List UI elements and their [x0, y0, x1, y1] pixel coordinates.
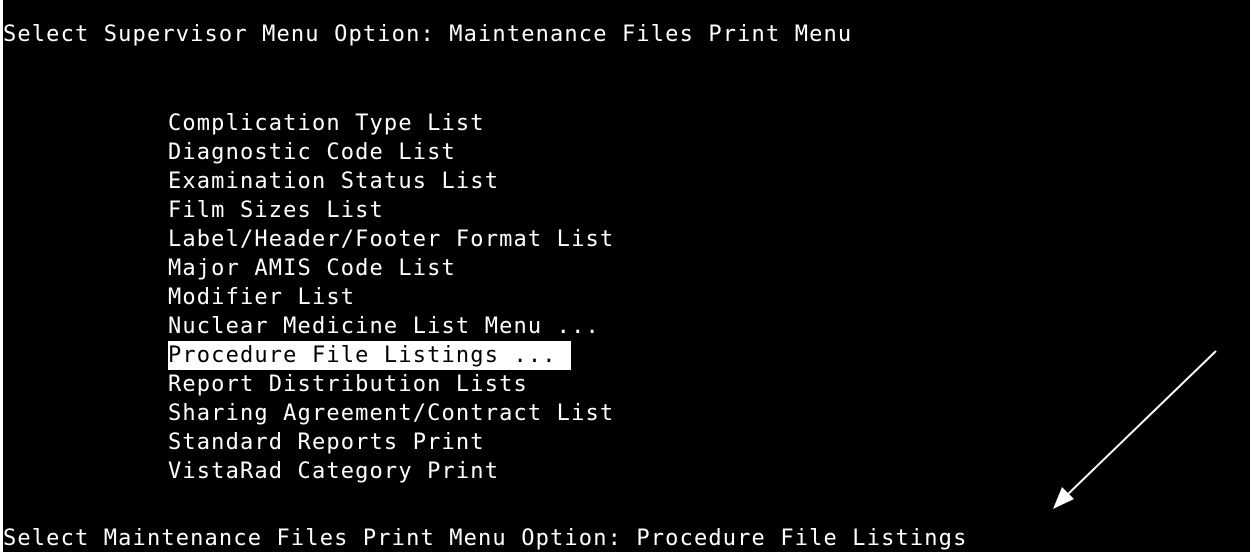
maintenance-menu-option-prompt[interactable]: Select Maintenance Files Print Menu Opti… [3, 524, 967, 552]
menu-item-nuclear-medicine-list-menu[interactable]: Nuclear Medicine List Menu ... [168, 312, 600, 341]
terminal-window[interactable]: Select Supervisor Menu Option: Maintenan… [1, 0, 1250, 552]
menu-item-label-header-footer-format-list[interactable]: Label/Header/Footer Format List [168, 225, 614, 254]
menu-item-diagnostic-code-list[interactable]: Diagnostic Code List [168, 138, 456, 167]
menu-item-sharing-agreement-contract-list[interactable]: Sharing Agreement/Contract List [168, 399, 614, 428]
menu-item-examination-status-list[interactable]: Examination Status List [168, 167, 499, 196]
supervisor-menu-prompt: Select Supervisor Menu Option: Maintenan… [3, 22, 853, 47]
menu-item-report-distribution-lists[interactable]: Report Distribution Lists [168, 370, 528, 399]
menu-item-complication-type-list[interactable]: Complication Type List [168, 109, 485, 138]
menu-item-procedure-file-listings[interactable]: Procedure File Listings ... [168, 341, 572, 370]
menu-item-major-amis-code-list[interactable]: Major AMIS Code List [168, 254, 456, 283]
menu-item-film-sizes-list[interactable]: Film Sizes List [168, 196, 384, 225]
menu-item-modifier-list[interactable]: Modifier List [168, 283, 355, 312]
menu-item-vistarad-category-print[interactable]: VistaRad Category Print [168, 457, 499, 486]
menu-item-standard-reports-print[interactable]: Standard Reports Print [168, 428, 485, 457]
